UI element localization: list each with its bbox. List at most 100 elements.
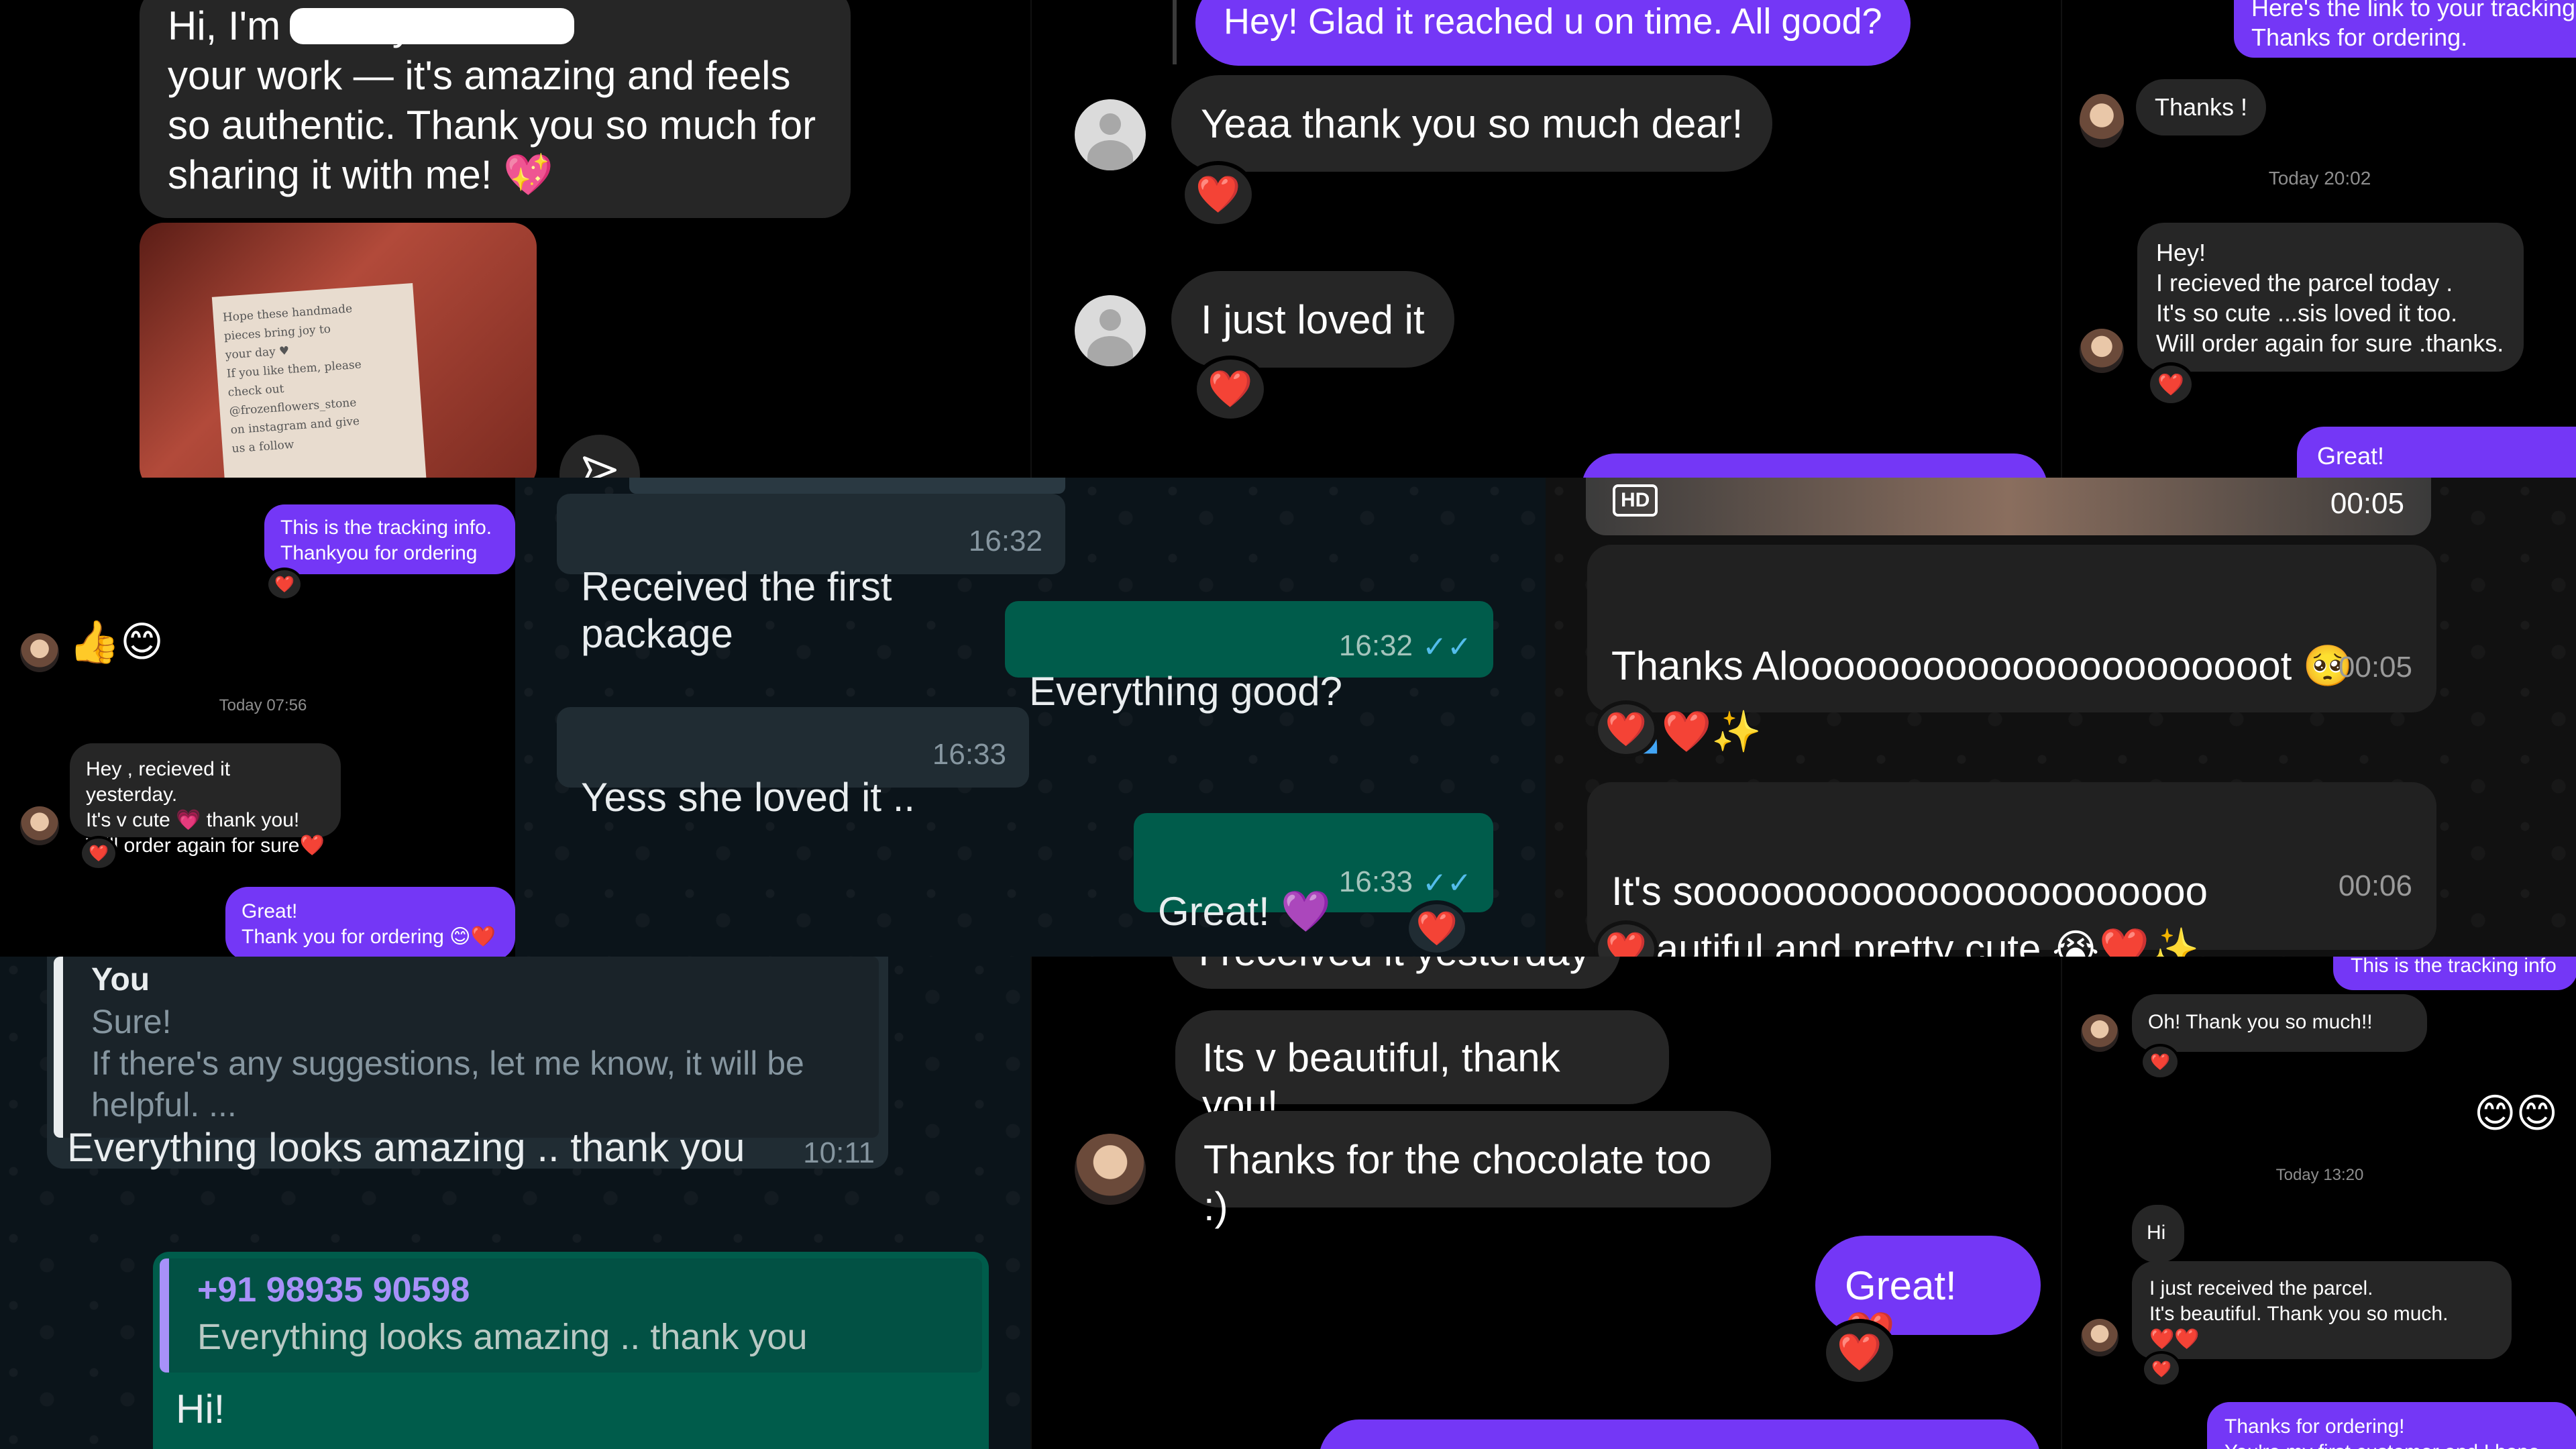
message-bubble-in[interactable]: Thanks Aloooooooooooooooooooooot 🥺 🫂❤️✨ … [1587,545,2436,754]
quote-box[interactable]: You Sure! If there's any suggestions, le… [54,957,879,1138]
redacted-name-mask [290,8,574,44]
message-bubble-in[interactable]: Received the first package 16:32 [557,494,1065,656]
photo-attachment[interactable]: Hope these handmade pieces bring joy to … [140,223,537,478]
avatar[interactable] [2080,94,2124,148]
message-time: 16:33 [932,738,1006,771]
message-bubble-out[interactable]: Great! 💜 16:33 ✓✓ [1134,813,1493,934]
heart-icon: ❤️ [89,844,109,863]
avatar[interactable] [2081,1319,2118,1356]
handwritten-note: Hope these handmade pieces bring joy to … [211,282,430,478]
message-bubble-in[interactable]: Hi [2132,1205,2184,1263]
heart-reaction[interactable]: ❤️ [1822,1319,1897,1386]
read-ticks-icon: ✓✓ [1422,631,1472,663]
message-bubble-in[interactable]: It's sooooooooooooooooooooooo beautiful … [1587,782,2436,957]
avatar[interactable] [2080,329,2124,373]
message-bubble-out-partial[interactable] [1319,1419,2041,1449]
heart-icon: ❤️ [2157,372,2184,396]
chat-panel-2: Hey! Glad it reached u on time. All good… [1030,0,2061,478]
heart-reaction[interactable]: ❤️ [1181,161,1256,228]
message-text: Everything looks amazing .. thank you [67,1125,745,1170]
avatar[interactable] [1075,1134,1146,1205]
message-bubble-in[interactable]: I received it yesterday [1171,957,1621,989]
message-bubble-in[interactable]: Hey! I recieved the parcel today . It's … [2137,223,2524,372]
message-bubble-in[interactable]: Oh! Thank you so much!! [2132,994,2427,1052]
message-text: Everything good? [1029,669,1342,714]
message-bubble-out[interactable]: Thanks for ordering! You're my first cus… [2207,1402,2576,1449]
chat-panel-4: This is the tracking info. Thankyou for … [0,478,515,957]
message-bubble-out[interactable]: Hey! Glad it reached u on time. All good… [1195,0,1911,66]
quote-box[interactable]: +91 98935 90598 Everything looks amazing… [160,1258,982,1373]
heart-icon: ❤️ [1208,368,1253,409]
message-bubble-in[interactable]: Thanks for the chocolate too :) [1175,1111,1771,1229]
avatar[interactable] [20,806,59,845]
heart-icon: ❤️ [274,575,294,594]
chat-panel-7: You Sure! If there's any suggestions, le… [0,957,1030,1449]
hd-badge: HD [1613,484,1658,517]
message-bubble-in[interactable]: I just received the parcel. It's beautif… [2132,1261,2512,1359]
forwarded-bubble[interactable]: +91 98935 90598 Everything looks amazing… [153,1252,989,1449]
heart-reaction[interactable]: ❤️ [1193,356,1268,423]
timestamp: Today 13:20 [2275,1166,2364,1184]
message-bubble-in[interactable]: Yeaa thank you so much dear! [1171,75,1773,172]
heart-icon: ❤️ [1605,710,1648,748]
message-bubble-in[interactable]: Its v beautiful, thank you! [1175,1010,1669,1127]
heart-reaction[interactable]: ❤️ [2147,362,2195,407]
read-ticks-icon: ✓✓ [1422,867,1472,900]
heart-reaction[interactable]: ❤️ [1594,700,1658,758]
avatar[interactable] [1075,295,1146,366]
timestamp: Today 07:56 [219,696,307,714]
heart-icon: ❤️ [1195,174,1241,215]
message-text: It's sooooooooooooooooooooooo beautiful … [1611,869,2208,957]
heart-reaction[interactable]: ❤️ [1405,900,1469,957]
message-time: 00:06 [2338,869,2412,902]
heart-reaction[interactable]: ❤️ [266,568,303,601]
message-bubble-out[interactable]: Great! Thank you for ordering 😊❤️ [225,887,515,957]
avatar[interactable] [1075,99,1146,170]
avatar[interactable] [2081,1014,2118,1052]
message-bubble-out[interactable]: Great! [2297,427,2576,478]
message-bubble-in[interactable]: I just loved it [1171,271,1454,368]
message-bubble-out[interactable]: Everything good? 16:32 ✓✓ [1005,601,1493,714]
chat-panel-8: I received it yesterday Its v beautiful,… [1030,957,2061,1449]
chat-panel-1: Hi, I'm . I truly loved your work — it's… [0,0,1030,478]
message-time: 10:11 [803,1136,875,1169]
paper-plane-icon [583,456,616,478]
video-duration: 00:05 [2330,487,2404,520]
heart-icon: ❤️ [1837,1332,1882,1373]
message-time: 16:32 [1338,629,1413,662]
reply-line [1173,0,1177,64]
message-bubble-in[interactable]: Yess she loved it .. 16:33 [557,707,1029,820]
avatar[interactable] [20,633,59,672]
chat-panel-3: Here's the link to your tracking Thanks … [2061,0,2576,478]
message-bubble-out[interactable]: Here's the link to your tracking Thanks … [2234,0,2576,58]
heart-reaction[interactable]: ❤️ [2141,1351,2182,1387]
message-time: 16:32 [968,525,1042,557]
message-time: 16:33 [1338,865,1413,898]
quote-author: +91 98935 90598 [197,1271,470,1309]
message-text: Received the first package [581,564,892,656]
emoji-message[interactable]: 😊😊 [2474,1088,2558,1139]
media-thumbnail-edge [629,478,1065,494]
video-message[interactable]: HD 00:05 [1586,478,2431,535]
message-bubble-in[interactable]: Hey , recieved it yesterday. It's v cute… [70,743,341,857]
share-button[interactable] [559,435,640,478]
message-bubble-out[interactable]: This is the tracking info [2333,957,2576,990]
chat-panel-5: Received the first package 16:32 Everyth… [515,478,1546,957]
message-bubble-out-partial[interactable] [1582,453,2047,478]
emoji-message[interactable]: 👍😊 [68,616,164,669]
message-text: Yess she loved it .. [581,775,916,820]
quote-text: Everything looks amazing .. thank you [197,1317,808,1357]
message-bubble-in[interactable]: Thanks ! [2136,79,2267,136]
heart-reaction[interactable]: ❤️ [79,836,118,871]
message-bubble-out[interactable]: This is the tracking info. Thankyou for … [264,504,515,574]
heart-icon: ❤️ [2150,1053,2170,1071]
chat-panel-6: HD 00:05 Thanks Aloooooooooooooooooooooo… [1546,478,2576,957]
heart-icon: ❤️ [1605,930,1648,957]
heart-reaction[interactable]: ❤️ [2140,1044,2180,1080]
message-text: Great! 💜 [1158,889,1332,934]
message-time: 00:05 [2338,651,2412,684]
heart-icon: ❤️ [1415,909,1458,947]
quoted-reply-bubble[interactable]: You Sure! If there's any suggestions, le… [47,957,888,1170]
quote-author: You [91,962,150,998]
message-text: Thanks Aloooooooooooooooooooooot 🥺 🫂❤️✨ [1611,643,2353,754]
